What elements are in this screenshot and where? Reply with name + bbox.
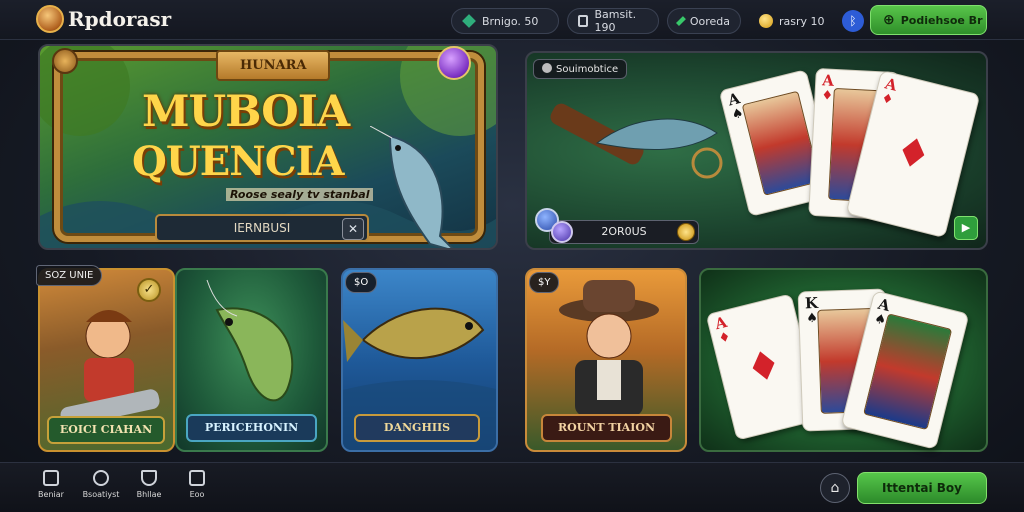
purple-orb-icon[interactable] (437, 46, 471, 80)
logo-text: Rpdorasr (68, 7, 172, 31)
home-icon (43, 470, 59, 486)
nav-label: Beniar (38, 490, 64, 499)
logo-icon (36, 5, 64, 33)
search-icon (93, 470, 109, 486)
game-label-button[interactable]: ROUNT TIAION (541, 414, 672, 442)
face-card-art (863, 313, 953, 431)
currency-pill-diamonds[interactable]: Ooreda (667, 8, 741, 34)
card-tag: $Y (529, 272, 560, 293)
pill-label: Bamsit. 190 (594, 8, 637, 34)
nav-label: Bhllae (136, 490, 162, 499)
play-button[interactable]: ▶ (954, 216, 978, 240)
game-label-button[interactable]: PERICEHONIN (186, 414, 317, 442)
game-label-button[interactable]: DANGHIIS (354, 414, 480, 442)
pill-label: Brnigo. 50 (482, 14, 539, 28)
diamond-suit-icon: ♦ (890, 127, 936, 181)
card-tag: $O (345, 272, 378, 293)
purple-orb-icon (551, 221, 573, 243)
diamond-suit-icon: ♦ (741, 340, 787, 394)
top-action-label: Podiehsoe Br (900, 13, 983, 27)
coin-icon (677, 223, 695, 241)
nav-item-trophy[interactable]: Bhllae (128, 470, 170, 499)
tools-icon[interactable]: ✕ (342, 218, 364, 240)
banner-title-line2: QUENCIA (132, 138, 344, 185)
pill-label: Ooreda (689, 14, 730, 28)
banner-tag: HUNARA (216, 50, 331, 81)
top-bar: Rpdorasr Brnigo. 50 Bamsit. 190 Ooreda r… (0, 0, 1024, 40)
wood-knob-icon (52, 48, 78, 74)
game-label-button[interactable]: EOICI CIAHAN (47, 416, 165, 444)
card-tag: Souimobtice (533, 59, 628, 79)
diamond-icon (676, 16, 686, 26)
banner-title-line1: MUBOIA (142, 87, 350, 137)
gem-icon (462, 14, 476, 28)
bottom-action-button[interactable]: Ittentai Boy (857, 472, 987, 504)
trophy-icon (141, 470, 157, 486)
top-action-button[interactable]: ⊕ Podiehsoe Br (870, 5, 987, 35)
currency-pill-coins[interactable]: rasry 10 (749, 8, 835, 34)
plus-icon: ⊕ (883, 12, 895, 28)
app-logo[interactable]: Rpdorasr (36, 5, 171, 33)
banner-subtitle: Roose sealy tv stanbal (226, 188, 374, 201)
coin-icon (759, 14, 773, 28)
banner-play-button[interactable]: IERNBUSI (155, 214, 369, 242)
leaping-fish-illustration (370, 126, 454, 248)
nav-label: Eoo (189, 490, 205, 499)
home-round-button[interactable]: ⌂ (820, 473, 850, 503)
pill-label: rasry 10 (779, 14, 825, 28)
face-card-art (741, 90, 821, 196)
currency-pill-calendar[interactable]: Bamsit. 190 (567, 8, 659, 34)
bluetooth-icon: ᛒ (842, 10, 864, 32)
card-tag: SOZ UNIE (36, 265, 103, 286)
bag-icon (189, 470, 205, 486)
nav-item-home[interactable]: Beniar (30, 470, 72, 499)
nav-item-bag[interactable]: Eoo (176, 470, 218, 499)
check-icon[interactable]: ✓ (137, 278, 161, 302)
calendar-icon (578, 15, 589, 27)
tag-dot-icon (542, 63, 552, 73)
nav-item-search[interactable]: Bsoatiyst (80, 470, 122, 499)
bluetooth-button[interactable]: ᛒ (842, 8, 866, 34)
nav-label: Bsoatiyst (82, 490, 120, 499)
currency-pill-gems[interactable]: Brnigo. 50 (451, 8, 559, 34)
